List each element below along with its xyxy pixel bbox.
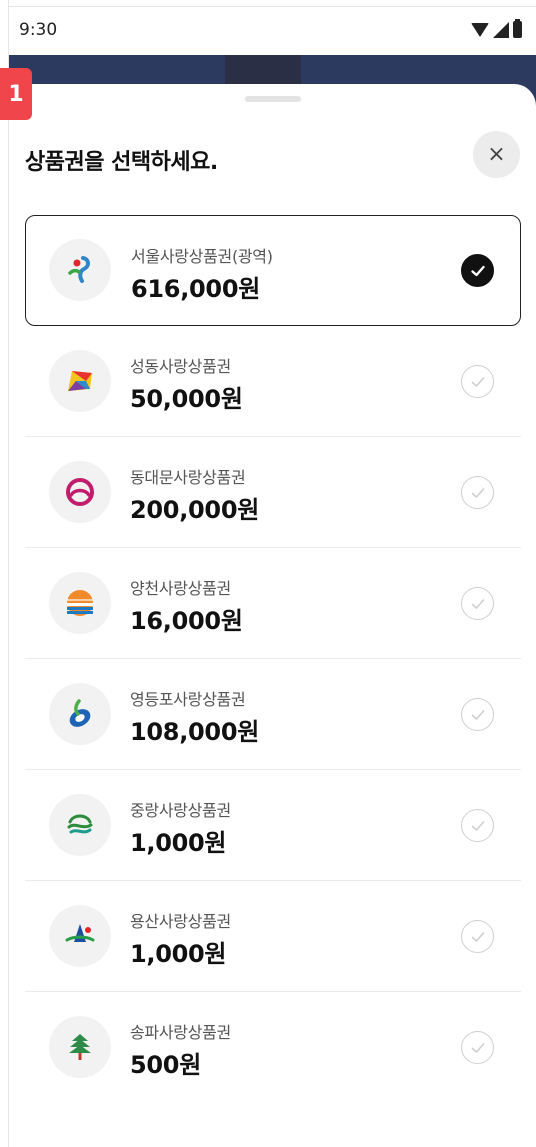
cell-signal-icon [493,21,509,38]
voucher-amount: 200,000원 [130,496,259,524]
voucher-amount: 1,000원 [130,829,227,857]
voucher-item-yangcheon[interactable]: 양천사랑상품권 16,000원 [25,548,521,659]
unselected-check-icon[interactable] [461,698,494,731]
background-header-notch [225,55,301,85]
voucher-item-yeongdeungpo[interactable]: 영등포사랑상품권 108,000원 [25,659,521,770]
voucher-name: 성동사랑상품권 [130,357,231,376]
voucher-name: 영등포사랑상품권 [130,690,246,709]
voucher-name: 송파사랑상품권 [130,1023,231,1042]
dongdaemun-logo-icon [49,461,111,523]
sheet-title: 상품권을 선택하세요. [25,150,218,175]
voucher-amount: 108,000원 [130,718,259,746]
voucher-name: 중랑사랑상품권 [130,801,231,820]
yangcheon-logo-icon [49,572,111,634]
unselected-check-icon[interactable] [461,920,494,953]
voucher-item-dongdaemun[interactable]: 동대문사랑상품권 200,000원 [25,437,521,548]
step-badge: 1 [0,68,32,120]
status-bar: 9:30 [9,7,536,55]
voucher-name: 서울사랑상품권(광역) [131,247,273,266]
voucher-amount: 16,000원 [130,607,243,635]
seoul-logo-icon [49,239,111,301]
voucher-item-songpa[interactable]: 송파사랑상품권 500원 [25,992,521,1103]
unselected-check-icon[interactable] [461,587,494,620]
status-icons [471,19,522,38]
status-time: 9:30 [19,20,58,40]
close-icon: × [487,141,506,167]
app-frame: 9:30 1 상품권을 선택하세요. × 서울사랑상품권(광역) 616,000… [0,0,536,1147]
voucher-item-jungnang[interactable]: 중랑사랑상품권 1,000원 [25,770,521,881]
unselected-check-icon[interactable] [461,1031,494,1064]
songpa-logo-icon [49,1016,111,1078]
battery-icon [513,19,522,38]
close-button[interactable]: × [473,131,520,178]
unselected-check-icon[interactable] [461,809,494,842]
voucher-list: 서울사랑상품권(광역) 616,000원 성동사랑상품권 50,000원 동대문… [25,215,521,1103]
unselected-check-icon[interactable] [461,365,494,398]
voucher-name: 용산사랑상품권 [130,912,231,931]
seongdong-logo-icon [49,350,111,412]
voucher-amount: 616,000원 [131,275,260,303]
voucher-amount: 500원 [130,1051,201,1079]
voucher-item-seoul[interactable]: 서울사랑상품권(광역) 616,000원 [25,215,521,326]
yongsan-logo-icon [49,905,111,967]
voucher-name: 양천사랑상품권 [130,579,231,598]
voucher-item-yongsan[interactable]: 용산사랑상품권 1,000원 [25,881,521,992]
sheet-drag-handle[interactable] [245,96,301,102]
voucher-amount: 50,000원 [130,385,243,413]
jungnang-logo-icon [49,794,111,856]
voucher-name: 동대문사랑상품권 [130,468,246,487]
yeongdeungpo-logo-icon [49,683,111,745]
voucher-item-seongdong[interactable]: 성동사랑상품권 50,000원 [25,326,521,437]
selected-check-icon[interactable] [461,254,494,287]
bottom-sheet: 상품권을 선택하세요. × 서울사랑상품권(광역) 616,000원 성동사랑상… [9,84,536,1147]
wifi-icon [471,22,489,37]
unselected-check-icon[interactable] [461,476,494,509]
voucher-amount: 1,000원 [130,940,227,968]
